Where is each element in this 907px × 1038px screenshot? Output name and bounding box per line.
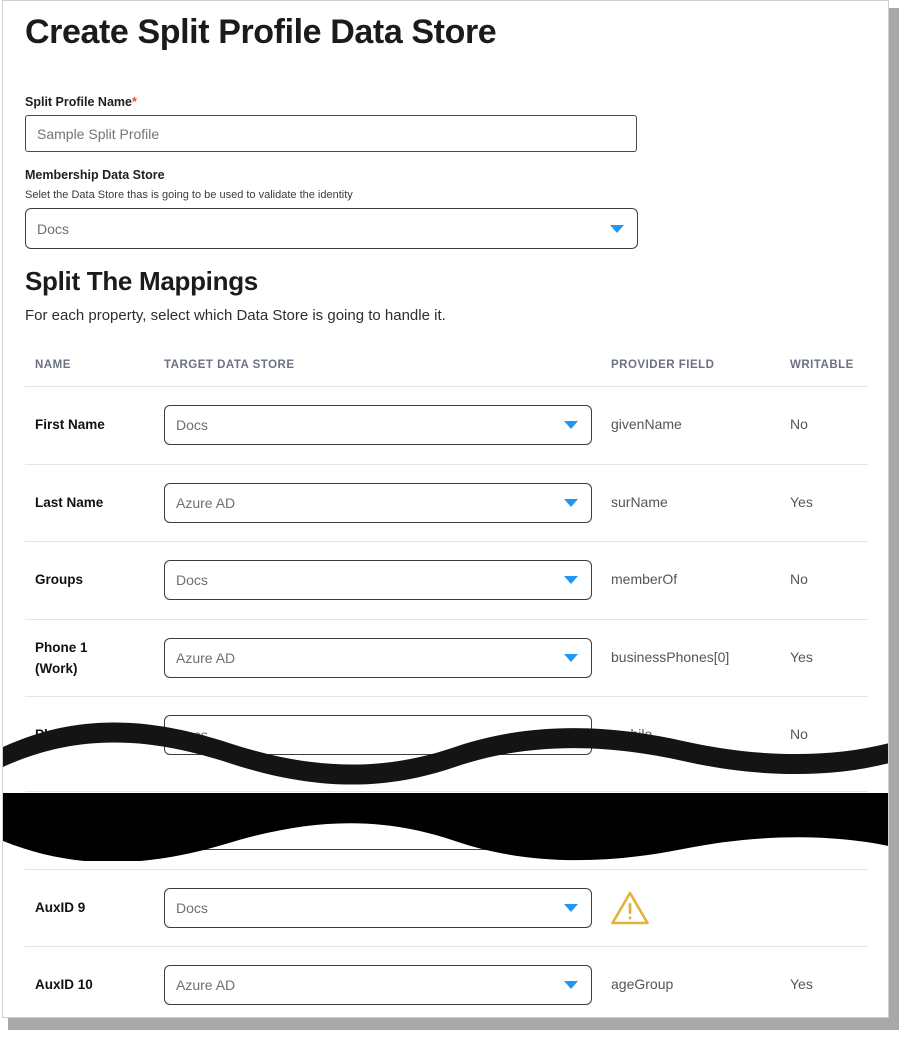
- chevron-down-icon[interactable]: [564, 826, 578, 834]
- chevron-down-icon[interactable]: [564, 981, 578, 989]
- table-row-name: Last Name: [35, 492, 103, 513]
- table-row-name-line1: Groups: [35, 569, 83, 590]
- table-row-name-line1: Phone 1: [35, 637, 88, 658]
- chevron-down-icon[interactable]: [564, 421, 578, 429]
- target-data-store-select[interactable]: Docs: [164, 715, 592, 755]
- column-header-target: TARGET DATA STORE: [164, 359, 295, 371]
- table-row-provider-field: surName: [611, 494, 668, 510]
- table-row-divider: [25, 946, 868, 947]
- target-data-store-value: Docs: [176, 822, 208, 838]
- mappings-table-header: NAME TARGET DATA STORE PROVIDER FIELD WR…: [3, 359, 888, 379]
- table-row-writable: No: [790, 726, 808, 742]
- table-row-provider-field: givenName: [611, 416, 682, 432]
- card-inner: Create Split Profile Data Store Split Pr…: [3, 1, 888, 1017]
- column-header-provider: PROVIDER FIELD: [611, 359, 714, 371]
- target-data-store-value: Azure AD: [176, 650, 235, 666]
- create-split-profile-card: Create Split Profile Data Store Split Pr…: [2, 0, 889, 1018]
- required-asterisk: *: [132, 95, 137, 109]
- table-row-writable: No: [790, 416, 808, 432]
- split-profile-name-label-text: Split Profile Name: [25, 95, 132, 109]
- mappings-section-subtitle: For each property, select which Data Sto…: [25, 307, 446, 324]
- mappings-section-title: Split The Mappings: [25, 266, 258, 297]
- column-header-writable: WRITABLE: [790, 359, 854, 371]
- target-data-store-value: Docs: [176, 572, 208, 588]
- table-row-divider: [25, 386, 868, 387]
- target-data-store-value: Azure AD: [176, 977, 235, 993]
- target-data-store-value: Docs: [176, 900, 208, 916]
- table-row-name: First Name: [35, 414, 105, 435]
- membership-data-store-label: Membership Data Store: [25, 168, 165, 182]
- table-row-provider-field: businessPhones[0]: [611, 649, 729, 665]
- target-data-store-value: Azure AD: [176, 495, 235, 511]
- table-row-writable: Yes: [790, 494, 813, 510]
- table-row-divider: [25, 696, 868, 697]
- table-row-name: AuxID 9: [35, 897, 85, 918]
- table-row-provider-field: mobile: [611, 726, 652, 742]
- warning-triangle-icon: [611, 891, 649, 930]
- target-data-store-select[interactable]: Azure AD: [164, 965, 592, 1005]
- chevron-down-icon[interactable]: [610, 225, 624, 233]
- target-data-store-select[interactable]: Azure AD: [164, 638, 592, 678]
- table-row-divider: [25, 869, 868, 870]
- table-row-divider: [25, 791, 868, 792]
- chevron-down-icon[interactable]: [564, 654, 578, 662]
- target-data-store-select[interactable]: Docs: [164, 560, 592, 600]
- split-profile-name-input[interactable]: [25, 115, 637, 152]
- table-row-provider-field: ageGroup: [611, 976, 673, 992]
- membership-data-store-help: Selet the Data Store thas is going to be…: [25, 189, 353, 201]
- table-row-name-line1: First Name: [35, 414, 105, 435]
- table-row-name-line2: (Work): [35, 658, 88, 679]
- table-row-name-line1: Last Name: [35, 492, 103, 513]
- membership-data-store-value: Docs: [37, 221, 69, 237]
- page-title: Create Split Profile Data Store: [25, 13, 496, 52]
- target-data-store-select[interactable]: Docs: [164, 810, 592, 850]
- target-data-store-select[interactable]: Azure AD: [164, 483, 592, 523]
- table-row-name: Phone 2: [35, 724, 88, 745]
- target-data-store-value: Docs: [176, 727, 208, 743]
- table-row-divider: [25, 541, 868, 542]
- chevron-down-icon[interactable]: [564, 904, 578, 912]
- target-data-store-select[interactable]: Docs: [164, 405, 592, 445]
- table-row-name-line1: AuxID 10: [35, 974, 93, 995]
- column-header-name: NAME: [35, 359, 71, 371]
- membership-data-store-select[interactable]: Docs: [25, 208, 638, 249]
- chevron-down-icon[interactable]: [564, 576, 578, 584]
- table-row-writable: Yes: [790, 649, 813, 665]
- table-row-name: AuxID 8: [35, 819, 85, 840]
- table-row-provider-field: memberOf: [611, 571, 677, 587]
- table-row-name: Phone 1(Work): [35, 637, 88, 679]
- table-row-name: Groups: [35, 569, 83, 590]
- chevron-down-icon[interactable]: [564, 499, 578, 507]
- table-row-name-line1: Phone 2: [35, 724, 88, 745]
- table-row-name-line1: AuxID 8: [35, 819, 85, 840]
- table-row-divider: [25, 464, 868, 465]
- chevron-down-icon[interactable]: [564, 731, 578, 739]
- table-row-writable: Yes: [790, 976, 813, 992]
- warning-triangle-icon: [611, 813, 649, 852]
- table-row-divider: [25, 619, 868, 620]
- table-row-name-line1: AuxID 9: [35, 897, 85, 918]
- table-row-name: AuxID 10: [35, 974, 93, 995]
- target-data-store-select[interactable]: Docs: [164, 888, 592, 928]
- table-row-writable: No: [790, 571, 808, 587]
- split-profile-name-label: Split Profile Name*: [25, 95, 137, 109]
- target-data-store-value: Docs: [176, 417, 208, 433]
